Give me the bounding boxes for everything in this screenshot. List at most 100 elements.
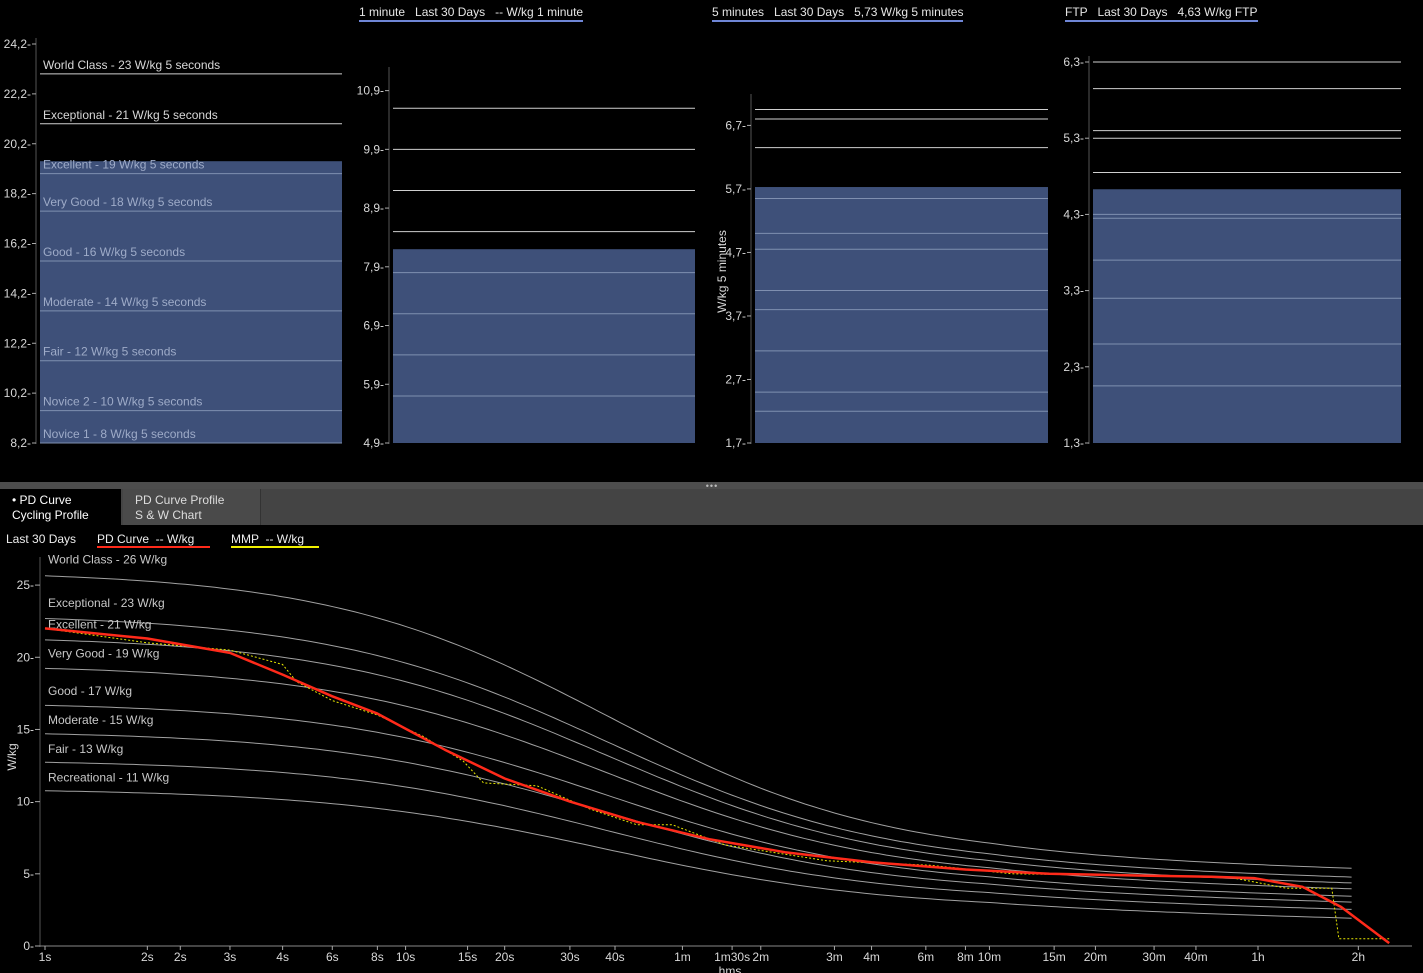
y-tick-label: 4,3- xyxy=(1063,207,1084,221)
level-label: Moderate - 14 W/kg 5 seconds xyxy=(43,295,206,309)
level-label: Novice 1 - 8 W/kg 5 seconds xyxy=(43,427,196,441)
x-tick-label: 2s xyxy=(174,950,187,964)
x-tick-label: 6s xyxy=(326,950,339,964)
level-curve-label: World Class - 26 W/kg xyxy=(48,553,167,567)
x-tick-label: 15m xyxy=(1042,950,1065,964)
y-axis-label: W/kg 5 minutes xyxy=(715,230,729,313)
value-bar xyxy=(393,249,695,443)
panel-pftp: 6,3- 5,3- 4,3- 3,3- 2,3- 1,3- xyxy=(1063,55,1401,450)
y-tick-label: 24,2- xyxy=(4,37,31,51)
legend-date-range[interactable]: Last 30 Days xyxy=(6,532,76,546)
x-tick-label: 30s xyxy=(560,950,579,964)
legend-mmp[interactable]: MMP -- W/kg xyxy=(231,532,319,548)
level-curve-label: Good - 17 W/kg xyxy=(48,684,132,698)
y-tick-label: 5,7- xyxy=(725,182,746,196)
level-label: World Class - 23 W/kg 5 seconds xyxy=(43,58,220,72)
level-label: Good - 16 W/kg 5 seconds xyxy=(43,245,185,259)
y-tick-label: 1,3- xyxy=(1063,436,1084,450)
tab-label-line2: Cycling Profile xyxy=(12,508,89,522)
x-tick-label: 8s xyxy=(371,950,384,964)
y-tick-label: 12,2- xyxy=(4,336,31,350)
value-bar xyxy=(755,187,1048,443)
x-tick-label: 20s xyxy=(495,950,514,964)
y-tick-label: 20,2- xyxy=(4,137,31,151)
y-tick-label: 6,7- xyxy=(725,118,746,132)
y-tick-label: 25- xyxy=(17,578,34,592)
y-tick-label: 6,9- xyxy=(363,319,384,333)
x-tick-label: 40m xyxy=(1184,950,1207,964)
mmp-line xyxy=(44,627,1390,940)
tab-label-line1: • PD Curve xyxy=(12,493,72,507)
x-tick-label: 1h xyxy=(1251,950,1264,964)
x-tick-label: 30m xyxy=(1142,950,1165,964)
tab-label-line1: PD Curve Profile xyxy=(135,493,225,507)
level-label: Fair - 12 W/kg 5 seconds xyxy=(43,345,176,359)
y-tick-label: 5,3- xyxy=(1063,131,1084,145)
panel-title-5m[interactable]: 5 minutes Last 30 Days 5,73 W/kg 5 minut… xyxy=(712,5,964,22)
x-tick-label: 2m xyxy=(752,950,769,964)
level-curve xyxy=(44,790,1352,919)
x-tick-label: 4m xyxy=(863,950,880,964)
top-charts-svg: 24,2- 22,2- 20,2- 18,2- 16,2- 14,2- 12,2- 10,2-… xyxy=(4,37,1401,450)
panel-title-1m[interactable]: 1 minute Last 30 Days -- W/kg 1 minute xyxy=(359,5,584,22)
bottom-chart-legend: Last 30 Days PD Curve -- W/kg MMP -- W/k… xyxy=(0,532,319,548)
level-curve-label: Recreational - 11 W/kg xyxy=(48,771,169,785)
panel-p5s: 24,2- 22,2- 20,2- 18,2- 16,2- 14,2- 12,2- 10,2-… xyxy=(4,37,342,450)
y-tick-label: 2,7- xyxy=(725,372,746,386)
x-tick-label: 1m30s xyxy=(714,950,750,964)
x-tick-label: 1s xyxy=(39,950,52,964)
panel-p1m: 10,9- 9,9- 8,9- 7,9- 6,9- 5,9- 4,9- xyxy=(357,67,695,450)
x-tick-label: 6m xyxy=(917,950,934,964)
y-tick-label: 5,9- xyxy=(363,377,384,391)
value-bar xyxy=(1093,189,1401,443)
y-tick-label: 0- xyxy=(23,939,34,953)
y-tick-label: 6,3- xyxy=(1063,55,1084,69)
y-tick-label: 15- xyxy=(17,722,34,736)
x-tick-label: 3s xyxy=(224,950,237,964)
x-tick-label: 4s xyxy=(276,950,289,964)
y-tick-label: 14,2- xyxy=(4,286,31,300)
y-tick-label: 2,3- xyxy=(1063,360,1084,374)
y-tick-label: 20- xyxy=(17,650,34,664)
x-axis-label: hms xyxy=(719,964,742,973)
y-tick-label: 1,7- xyxy=(725,436,746,450)
y-tick-label: 18,2- xyxy=(4,187,31,201)
level-label: Novice 2 - 10 W/kg 5 seconds xyxy=(43,395,202,409)
level-label: Exceptional - 21 W/kg 5 seconds xyxy=(43,108,218,122)
level-curve xyxy=(44,704,1352,897)
legend-pd-curve[interactable]: PD Curve -- W/kg xyxy=(97,532,210,548)
y-tick-label: 5- xyxy=(23,867,34,881)
x-tick-label: 10m xyxy=(978,950,1001,964)
level-curve-label: Very Good - 19 W/kg xyxy=(48,646,159,660)
x-tick-label: 8m xyxy=(957,950,974,964)
x-tick-label: 1m xyxy=(674,950,691,964)
level-curve-label: Exceptional - 23 W/kg xyxy=(48,596,165,610)
level-label: Excellent - 19 W/kg 5 seconds xyxy=(43,158,204,172)
y-tick-label: 10,2- xyxy=(4,386,31,400)
y-tick-label: 10,9- xyxy=(357,84,384,98)
chart-tab-bar: • PD Curve Cycling Profile PD Curve Prof… xyxy=(0,489,1423,525)
y-tick-label: 22,2- xyxy=(4,87,31,101)
y-tick-label: 9,9- xyxy=(363,142,384,156)
panel-title-ftp[interactable]: FTP Last 30 Days 4,63 W/kg FTP xyxy=(1065,5,1258,22)
pd-curve-chart: 25- 20- 15- 10- 5- 0- 1s 2s 2s 3s 4s 6s 8s 10s 15s 20s 3… xyxy=(5,553,1412,973)
x-tick-label: 2s xyxy=(141,950,154,964)
x-tick-label: 3m xyxy=(826,950,843,964)
y-tick-label: 4,9- xyxy=(363,436,384,450)
panel-p5m: 6,7-5,7-4,7-3,7-2,7-1,7-W/kg 5 minutes xyxy=(715,94,1048,450)
tab-pd-curve-cycling-profile[interactable]: • PD Curve Cycling Profile xyxy=(0,489,121,525)
y-tick-label: 8,2- xyxy=(10,436,31,450)
grip-dots-icon[interactable]: ••• xyxy=(702,482,722,491)
level-curve-label: Moderate - 15 W/kg xyxy=(48,713,153,727)
x-tick-label: 2h xyxy=(1352,950,1365,964)
level-curve xyxy=(44,667,1352,890)
tab-pd-curve-profile-sw-chart[interactable]: PD Curve Profile S & W Chart xyxy=(123,489,261,525)
x-tick-label: 40s xyxy=(605,950,624,964)
y-tick-label: 7,9- xyxy=(363,260,384,274)
x-tick-label: 10s xyxy=(396,950,415,964)
x-tick-label: 20m xyxy=(1084,950,1107,964)
y-tick-label: 8,9- xyxy=(363,201,384,215)
y-tick-label: 3,3- xyxy=(1063,284,1084,298)
y-tick-label: 16,2- xyxy=(4,237,31,251)
y-tick-label: 10- xyxy=(17,795,34,809)
